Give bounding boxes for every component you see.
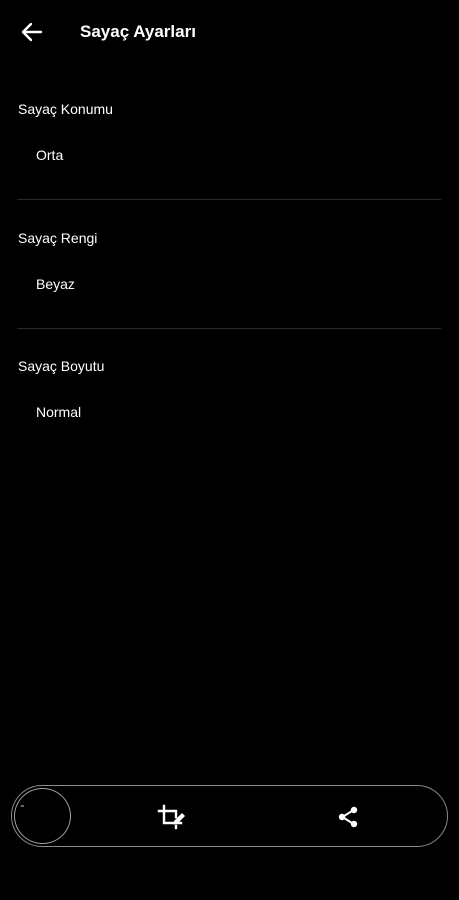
record-button[interactable]: ⁼ xyxy=(14,788,71,844)
setting-label: Sayaç Boyutu xyxy=(18,358,105,374)
setting-label: Sayaç Rengi xyxy=(18,230,98,246)
divider xyxy=(17,328,441,329)
page-title: Sayaç Ayarları xyxy=(80,22,196,41)
app-bar: Sayaç Ayarları xyxy=(0,0,459,64)
back-button[interactable] xyxy=(14,16,50,48)
divider xyxy=(17,199,441,200)
share-button[interactable] xyxy=(332,801,364,833)
setting-value-option[interactable]: Normal xyxy=(18,392,441,432)
setting-label: Sayaç Konumu xyxy=(18,101,113,117)
setting-value-option[interactable]: Beyaz xyxy=(18,264,441,304)
crop-edit-button[interactable] xyxy=(156,801,188,833)
record-circle-icon: ⁼ xyxy=(20,803,25,813)
share-icon xyxy=(338,806,358,828)
bottom-action-bar: ⁼ xyxy=(11,785,448,847)
arrow-left-icon xyxy=(21,22,43,42)
setting-value-option[interactable]: Orta xyxy=(18,135,441,175)
crop-edit-icon xyxy=(157,804,185,830)
